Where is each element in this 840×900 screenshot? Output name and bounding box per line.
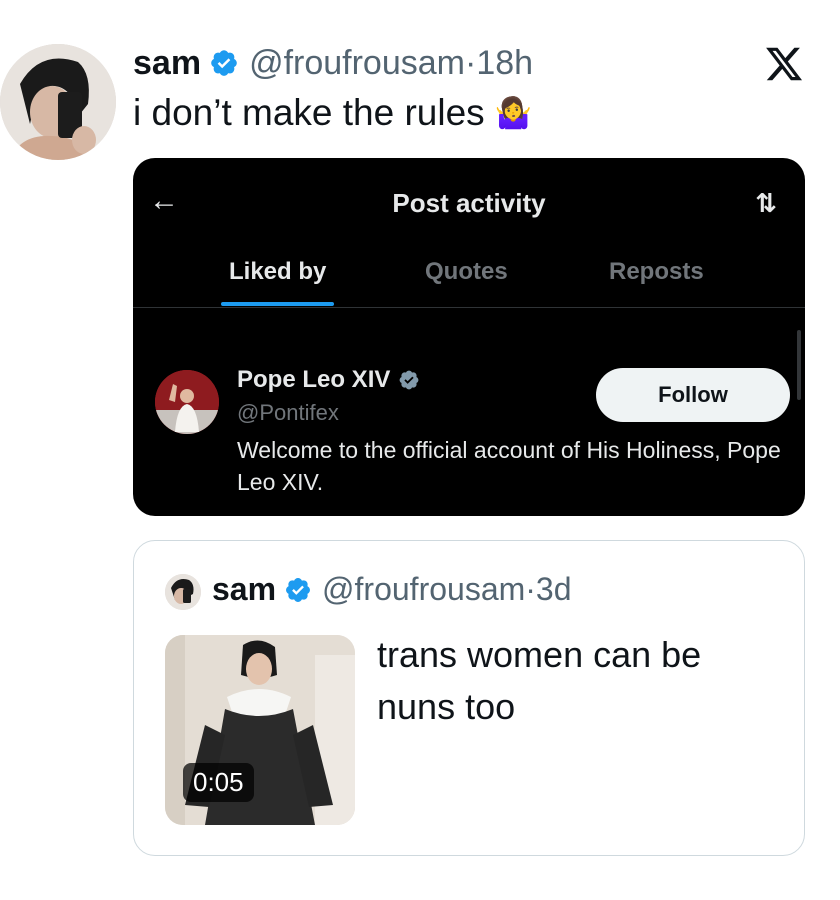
quoted-author-avatar (165, 574, 201, 610)
tab-reposts[interactable]: Reposts (609, 258, 704, 286)
sort-icon[interactable]: ⇅ (755, 188, 777, 219)
post-activity-title: Post activity (392, 188, 546, 218)
pope-photo-icon (155, 370, 219, 434)
selfie-avatar-icon (0, 44, 116, 160)
author-name[interactable]: sam (133, 44, 201, 83)
tab-liked-by[interactable]: Liked by (229, 258, 326, 286)
tweet-text-content: i don’t make the rules (133, 92, 485, 133)
gray-verified-badge-icon (399, 370, 419, 390)
video-duration: 0:05 (183, 763, 254, 802)
pope-name[interactable]: Pope Leo XIV (237, 366, 390, 394)
quoted-author-line: sam @froufrousam·3d (212, 571, 572, 608)
verified-badge-icon (286, 577, 311, 602)
author-handle[interactable]: @froufrousam·18h (249, 44, 533, 83)
pope-bio: Welcome to the official account of His H… (237, 437, 781, 495)
x-logo-icon[interactable] (764, 44, 804, 84)
selfie-avatar-small-icon (165, 574, 201, 610)
video-thumbnail[interactable]: 0:05 (165, 635, 355, 825)
quoted-tweet-text: trans women can be nuns too (377, 634, 702, 727)
pope-avatar[interactable] (155, 370, 219, 434)
tab-quotes[interactable]: Quotes (425, 258, 508, 286)
scrollbar[interactable] (797, 330, 801, 400)
verified-badge-icon (211, 50, 237, 76)
follow-button[interactable]: Follow (596, 368, 790, 422)
tab-divider (133, 307, 805, 308)
author-avatar[interactable] (0, 44, 116, 160)
tweet-text: i don’t make the rules 🤷‍♀️ (133, 92, 532, 134)
pope-name-row: Pope Leo XIV (237, 366, 420, 394)
quoted-author-handle: @froufrousam·3d (322, 571, 572, 607)
quoted-tweet-card[interactable]: sam @froufrousam·3d 0:05 trans women can… (133, 540, 805, 856)
author-line: sam @froufrousam·18h (133, 40, 533, 86)
pope-handle[interactable]: @Pontifex (237, 400, 339, 426)
active-tab-indicator (221, 302, 334, 306)
quoted-author-name: sam (212, 571, 277, 607)
post-activity-screenshot[interactable]: ← Post activity ⇅ Liked by Quotes Repost… (133, 158, 805, 516)
shrug-emoji: 🤷‍♀️ (494, 96, 533, 130)
